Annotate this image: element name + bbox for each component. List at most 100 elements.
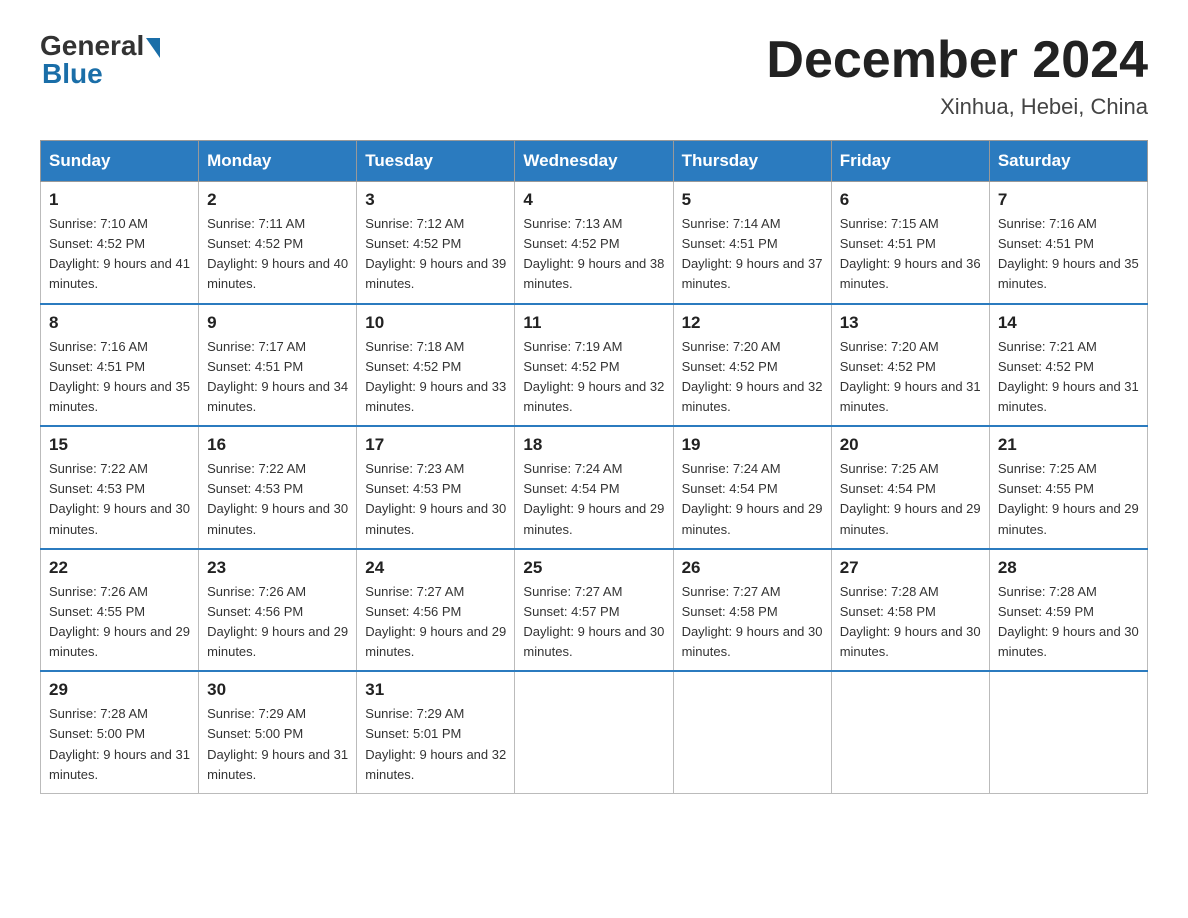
day-info: Sunrise: 7:12 AMSunset: 4:52 PMDaylight:…	[365, 214, 506, 295]
day-info: Sunrise: 7:14 AMSunset: 4:51 PMDaylight:…	[682, 214, 823, 295]
title-section: December 2024 Xinhua, Hebei, China	[766, 30, 1148, 120]
calendar-cell: 9 Sunrise: 7:17 AMSunset: 4:51 PMDaylight…	[199, 304, 357, 427]
day-info: Sunrise: 7:18 AMSunset: 4:52 PMDaylight:…	[365, 337, 506, 418]
day-info: Sunrise: 7:10 AMSunset: 4:52 PMDaylight:…	[49, 214, 190, 295]
day-info: Sunrise: 7:28 AMSunset: 5:00 PMDaylight:…	[49, 704, 190, 785]
day-info: Sunrise: 7:11 AMSunset: 4:52 PMDaylight:…	[207, 214, 348, 295]
calendar-cell: 31 Sunrise: 7:29 AMSunset: 5:01 PMDayligh…	[357, 671, 515, 793]
day-info: Sunrise: 7:22 AMSunset: 4:53 PMDaylight:…	[207, 459, 348, 540]
day-info: Sunrise: 7:16 AMSunset: 4:51 PMDaylight:…	[998, 214, 1139, 295]
week-row-5: 29 Sunrise: 7:28 AMSunset: 5:00 PMDayligh…	[41, 671, 1148, 793]
col-header-saturday: Saturday	[989, 141, 1147, 182]
day-info: Sunrise: 7:28 AMSunset: 4:58 PMDaylight:…	[840, 582, 981, 663]
calendar-cell	[515, 671, 673, 793]
day-number: 21	[998, 435, 1139, 455]
day-number: 26	[682, 558, 823, 578]
day-number: 8	[49, 313, 190, 333]
calendar-cell: 19Sunrise: 7:24 AMSunset: 4:54 PMDayligh…	[673, 426, 831, 549]
day-number: 29	[49, 680, 190, 700]
day-info: Sunrise: 7:29 AMSunset: 5:01 PMDaylight:…	[365, 704, 506, 785]
calendar-cell: 2 Sunrise: 7:11 AMSunset: 4:52 PMDaylight…	[199, 182, 357, 304]
day-number: 4	[523, 190, 664, 210]
calendar-cell: 7 Sunrise: 7:16 AMSunset: 4:51 PMDaylight…	[989, 182, 1147, 304]
calendar-cell: 15 Sunrise: 7:22 AMSunset: 4:53 PMDayligh…	[41, 426, 199, 549]
day-info: Sunrise: 7:29 AMSunset: 5:00 PMDaylight:…	[207, 704, 348, 785]
calendar-cell: 10Sunrise: 7:18 AMSunset: 4:52 PMDayligh…	[357, 304, 515, 427]
day-info: Sunrise: 7:27 AMSunset: 4:56 PMDaylight:…	[365, 582, 506, 663]
day-number: 3	[365, 190, 506, 210]
day-info: Sunrise: 7:26 AMSunset: 4:55 PMDaylight:…	[49, 582, 190, 663]
day-info: Sunrise: 7:22 AMSunset: 4:53 PMDaylight:…	[49, 459, 190, 540]
col-header-tuesday: Tuesday	[357, 141, 515, 182]
calendar-cell: 27 Sunrise: 7:28 AMSunset: 4:58 PMDayligh…	[831, 549, 989, 672]
week-row-3: 15 Sunrise: 7:22 AMSunset: 4:53 PMDayligh…	[41, 426, 1148, 549]
calendar-cell: 20Sunrise: 7:25 AMSunset: 4:54 PMDayligh…	[831, 426, 989, 549]
week-row-2: 8 Sunrise: 7:16 AMSunset: 4:51 PMDaylight…	[41, 304, 1148, 427]
calendar-cell: 12 Sunrise: 7:20 AMSunset: 4:52 PMDayligh…	[673, 304, 831, 427]
location-subtitle: Xinhua, Hebei, China	[766, 94, 1148, 120]
calendar-cell: 11 Sunrise: 7:19 AMSunset: 4:52 PMDayligh…	[515, 304, 673, 427]
calendar-cell: 3 Sunrise: 7:12 AMSunset: 4:52 PMDaylight…	[357, 182, 515, 304]
calendar-cell	[989, 671, 1147, 793]
calendar-cell: 14Sunrise: 7:21 AMSunset: 4:52 PMDayligh…	[989, 304, 1147, 427]
day-info: Sunrise: 7:23 AMSunset: 4:53 PMDaylight:…	[365, 459, 506, 540]
calendar-cell: 4Sunrise: 7:13 AMSunset: 4:52 PMDaylight…	[515, 182, 673, 304]
day-info: Sunrise: 7:19 AMSunset: 4:52 PMDaylight:…	[523, 337, 664, 418]
day-number: 24	[365, 558, 506, 578]
calendar-cell: 30Sunrise: 7:29 AMSunset: 5:00 PMDayligh…	[199, 671, 357, 793]
day-number: 17	[365, 435, 506, 455]
calendar-table: SundayMondayTuesdayWednesdayThursdayFrid…	[40, 140, 1148, 794]
day-info: Sunrise: 7:27 AMSunset: 4:57 PMDaylight:…	[523, 582, 664, 663]
logo-blue-text: Blue	[42, 58, 103, 90]
day-number: 31	[365, 680, 506, 700]
calendar-cell: 23 Sunrise: 7:26 AMSunset: 4:56 PMDayligh…	[199, 549, 357, 672]
calendar-cell: 18Sunrise: 7:24 AMSunset: 4:54 PMDayligh…	[515, 426, 673, 549]
day-number: 1	[49, 190, 190, 210]
calendar-cell: 25 Sunrise: 7:27 AMSunset: 4:57 PMDayligh…	[515, 549, 673, 672]
col-header-friday: Friday	[831, 141, 989, 182]
day-number: 25	[523, 558, 664, 578]
day-number: 7	[998, 190, 1139, 210]
calendar-cell: 17 Sunrise: 7:23 AMSunset: 4:53 PMDayligh…	[357, 426, 515, 549]
day-number: 15	[49, 435, 190, 455]
week-row-1: 1 Sunrise: 7:10 AMSunset: 4:52 PMDaylight…	[41, 182, 1148, 304]
calendar-cell	[831, 671, 989, 793]
day-number: 18	[523, 435, 664, 455]
calendar-cell: 26 Sunrise: 7:27 AMSunset: 4:58 PMDayligh…	[673, 549, 831, 672]
day-info: Sunrise: 7:17 AMSunset: 4:51 PMDaylight:…	[207, 337, 348, 418]
page-header: General Blue December 2024 Xinhua, Hebei…	[40, 30, 1148, 120]
day-number: 2	[207, 190, 348, 210]
col-header-monday: Monday	[199, 141, 357, 182]
day-number: 9	[207, 313, 348, 333]
day-info: Sunrise: 7:28 AMSunset: 4:59 PMDaylight:…	[998, 582, 1139, 663]
day-number: 11	[523, 313, 664, 333]
day-number: 20	[840, 435, 981, 455]
calendar-cell: 16Sunrise: 7:22 AMSunset: 4:53 PMDayligh…	[199, 426, 357, 549]
day-info: Sunrise: 7:26 AMSunset: 4:56 PMDaylight:…	[207, 582, 348, 663]
day-info: Sunrise: 7:20 AMSunset: 4:52 PMDaylight:…	[682, 337, 823, 418]
day-info: Sunrise: 7:27 AMSunset: 4:58 PMDaylight:…	[682, 582, 823, 663]
calendar-cell	[673, 671, 831, 793]
day-info: Sunrise: 7:20 AMSunset: 4:52 PMDaylight:…	[840, 337, 981, 418]
day-info: Sunrise: 7:24 AMSunset: 4:54 PMDaylight:…	[682, 459, 823, 540]
calendar-cell: 22Sunrise: 7:26 AMSunset: 4:55 PMDayligh…	[41, 549, 199, 672]
logo: General Blue	[40, 30, 160, 90]
day-info: Sunrise: 7:15 AMSunset: 4:51 PMDaylight:…	[840, 214, 981, 295]
week-row-4: 22Sunrise: 7:26 AMSunset: 4:55 PMDayligh…	[41, 549, 1148, 672]
calendar-cell: 29 Sunrise: 7:28 AMSunset: 5:00 PMDayligh…	[41, 671, 199, 793]
day-number: 12	[682, 313, 823, 333]
day-number: 27	[840, 558, 981, 578]
day-number: 5	[682, 190, 823, 210]
day-number: 6	[840, 190, 981, 210]
calendar-cell: 1 Sunrise: 7:10 AMSunset: 4:52 PMDaylight…	[41, 182, 199, 304]
day-number: 14	[998, 313, 1139, 333]
day-number: 23	[207, 558, 348, 578]
col-header-thursday: Thursday	[673, 141, 831, 182]
day-info: Sunrise: 7:16 AMSunset: 4:51 PMDaylight:…	[49, 337, 190, 418]
calendar-header-row: SundayMondayTuesdayWednesdayThursdayFrid…	[41, 141, 1148, 182]
logo-arrow-icon	[146, 38, 160, 58]
day-info: Sunrise: 7:25 AMSunset: 4:55 PMDaylight:…	[998, 459, 1139, 540]
col-header-sunday: Sunday	[41, 141, 199, 182]
calendar-cell: 6 Sunrise: 7:15 AMSunset: 4:51 PMDaylight…	[831, 182, 989, 304]
month-title: December 2024	[766, 30, 1148, 90]
